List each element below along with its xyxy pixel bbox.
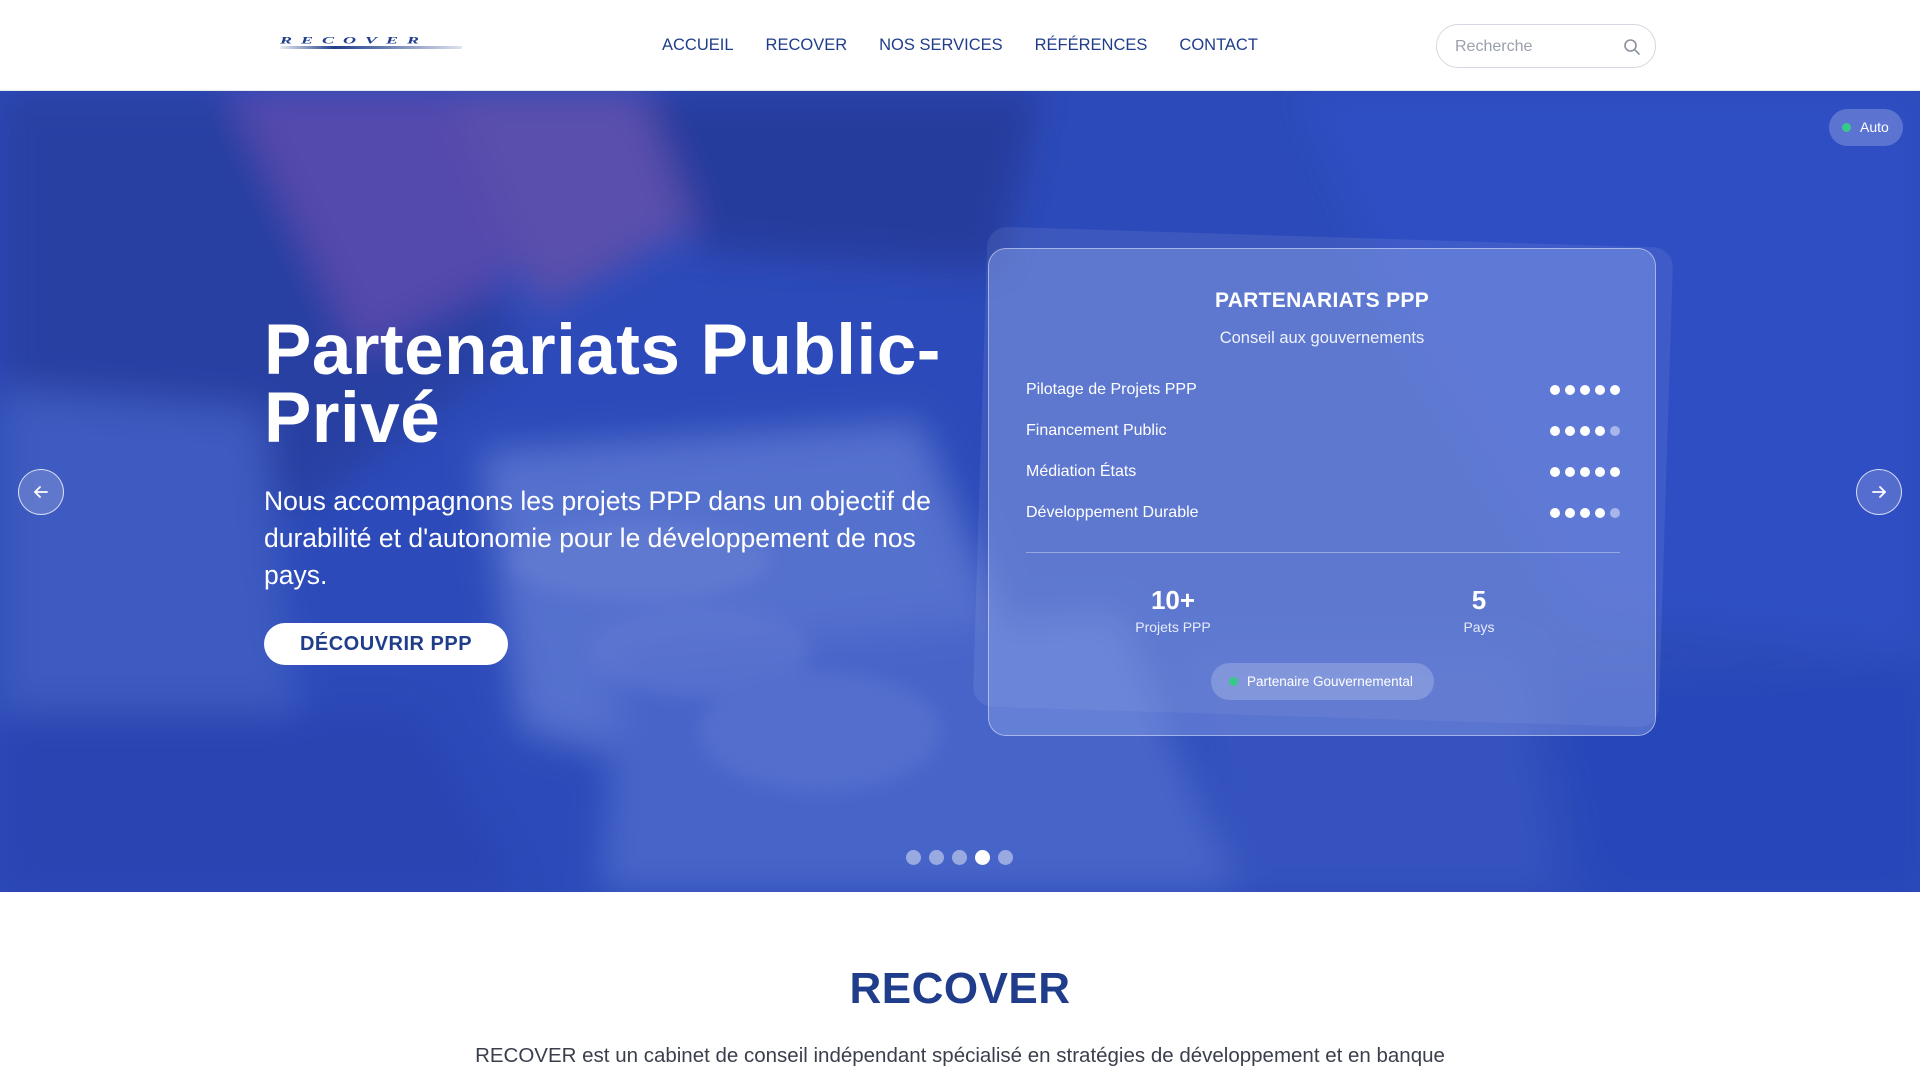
search-box (1436, 24, 1656, 68)
skill-label: Pilotage de Projets PPP (1026, 381, 1197, 398)
rating-dot (1595, 426, 1605, 436)
arrow-right-icon (1872, 486, 1886, 498)
stat-value: 10+ (1150, 585, 1196, 615)
slide-dot-3[interactable] (952, 850, 967, 865)
rating-dot (1565, 467, 1575, 477)
nav-accueil[interactable]: ACCUEIL (662, 35, 734, 55)
autoplay-toggle[interactable]: Auto (1829, 109, 1903, 146)
stat-value: 5 (1471, 585, 1487, 615)
rating-dot (1565, 385, 1575, 395)
card-divider (1026, 552, 1620, 553)
skill-row: Pilotage de Projets PPP (1026, 379, 1620, 401)
about-title: RECOVER (849, 964, 1071, 1013)
skill-label: Médiation États (1026, 463, 1137, 480)
rating-dot (1580, 385, 1590, 395)
skill-row: Médiation États (1026, 461, 1620, 483)
skill-rating (1550, 426, 1620, 436)
partner-badge-label: Partenaire Gouvernemental (1247, 674, 1413, 689)
rating-dot (1595, 385, 1605, 395)
rating-dot (1595, 508, 1605, 518)
arrow-left-icon (34, 486, 48, 498)
site-header: RECOVER ACCUEIL RECOVER NOS SERVICES RÉF… (0, 0, 1920, 91)
rating-dot (1610, 508, 1620, 518)
partner-status-dot (1229, 677, 1238, 686)
rating-dot (1580, 467, 1590, 477)
search-input[interactable] (1455, 36, 1615, 58)
rating-dot (1595, 467, 1605, 477)
rating-dot (1550, 467, 1560, 477)
logo-text: RECOVER (280, 34, 429, 46)
nav-references[interactable]: RÉFÉRENCES (1035, 35, 1148, 55)
nav-contact[interactable]: CONTACT (1179, 35, 1258, 55)
slide-pagination (906, 850, 1013, 865)
about-text: RECOVER est un cabinet de conseil indépe… (475, 1044, 1445, 1067)
skill-row: Financement Public (1026, 420, 1620, 442)
rating-dot (1565, 508, 1575, 518)
stat-countries: 5 Pays (1399, 585, 1559, 637)
rating-dot (1610, 426, 1620, 436)
skill-rating (1550, 385, 1620, 395)
slide-dot-5[interactable] (998, 850, 1013, 865)
main-nav: ACCUEIL RECOVER NOS SERVICES RÉFÉRENCES … (662, 35, 1290, 55)
hero-slider: Auto Partenariats Public-Privé Nous acco… (0, 91, 1920, 892)
skill-label: Financement Public (1026, 422, 1167, 439)
rating-dot (1550, 426, 1560, 436)
card-subtitle: Conseil aux gouvernements (1219, 329, 1425, 347)
skill-rating (1550, 508, 1620, 518)
rating-dot (1565, 426, 1575, 436)
slide-dot-4[interactable] (975, 850, 990, 865)
card-title: PARTENARIATS PPP (1214, 289, 1430, 312)
partner-badge: Partenaire Gouvernemental (1211, 663, 1434, 700)
prev-slide-button[interactable] (18, 469, 64, 515)
ppp-info-card: PARTENARIATS PPP Conseil aux gouvernemen… (988, 248, 1656, 736)
rating-dot (1550, 508, 1560, 518)
search-icon[interactable] (1623, 38, 1641, 56)
stat-label: Projets PPP (1135, 619, 1211, 635)
discover-ppp-button[interactable]: DÉCOUVRIR PPP (264, 623, 508, 665)
nav-nos-services[interactable]: NOS SERVICES (879, 35, 1002, 55)
rating-dot (1580, 426, 1590, 436)
rating-dot (1610, 385, 1620, 395)
slide-dot-2[interactable] (929, 850, 944, 865)
hero-description: Nous accompagnons les projets PPP dans u… (264, 486, 931, 590)
recover-logo[interactable]: RECOVER (280, 34, 462, 56)
autoplay-label: Auto (1860, 119, 1889, 135)
rating-dot (1550, 385, 1560, 395)
hero-title: Partenariats Public-Privé (264, 311, 941, 458)
skill-row: Développement Durable (1026, 502, 1620, 524)
skill-rating (1550, 467, 1620, 477)
rating-dot (1580, 508, 1590, 518)
nav-recover[interactable]: RECOVER (766, 35, 848, 55)
stat-projects: 10+ Projets PPP (1093, 585, 1253, 637)
slide-dot-1[interactable] (906, 850, 921, 865)
logo-swoosh (280, 46, 462, 49)
autoplay-status-dot (1842, 123, 1851, 132)
skill-label: Développement Durable (1026, 504, 1199, 521)
rating-dot (1610, 467, 1620, 477)
stat-label: Pays (1463, 619, 1495, 635)
next-slide-button[interactable] (1856, 469, 1902, 515)
